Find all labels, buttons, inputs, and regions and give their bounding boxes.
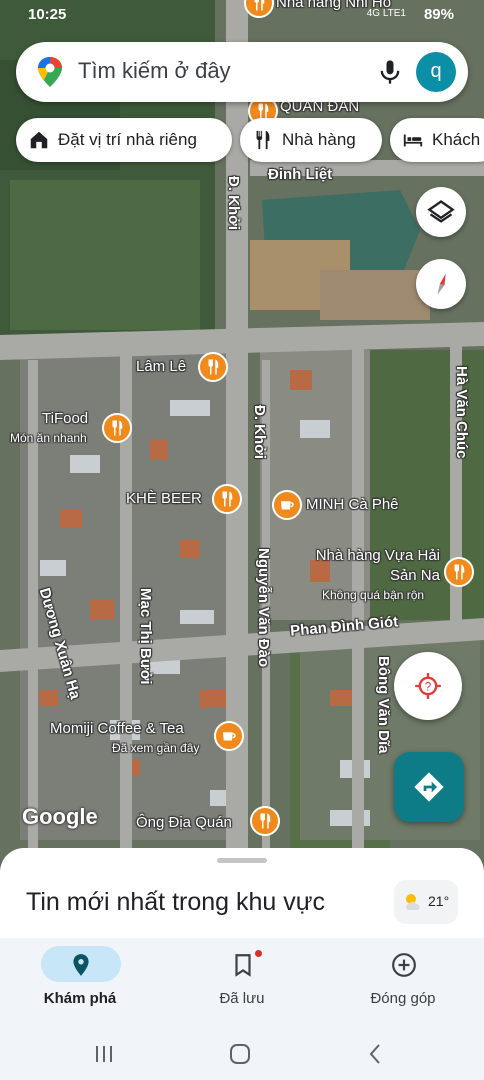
restaurant-icon [260,813,271,829]
place-label[interactable]: MINH Cà Phê [306,496,399,513]
tab-icon-container [41,946,121,982]
place-label[interactable]: TiFood [42,410,88,427]
chip-label: Đặt vị trí nhà riêng [58,130,197,149]
chip-set-home[interactable]: Đặt vị trí nhà riêng [16,118,232,162]
cafe-marker[interactable] [214,721,244,751]
place-label[interactable]: Lâm Lê [136,358,186,375]
road-label: Mạc Thị Bưởi [137,588,154,685]
coffee-cup-icon [281,501,294,510]
back-icon[interactable] [364,1042,388,1066]
signal-indicator: 4G LTE1 [366,8,406,19]
restaurant-marker[interactable] [444,557,474,587]
directions-button[interactable] [394,752,464,822]
search-input[interactable]: Tìm kiếm ở đây [78,58,231,84]
status-bar: 10:25 4G LTE1 89% [0,4,484,28]
chip-label: Nhà hàng [282,130,356,149]
bottom-navigation: Khám phá Đã lưu Đóng góp [0,938,484,1028]
compass-button[interactable] [416,259,466,309]
account-avatar[interactable]: q [416,52,456,92]
chip-label: Khách [432,130,481,149]
restaurant-icon [454,564,465,580]
place-subtitle: Đã xem gần đây [112,741,200,755]
tab-label: Khám phá [43,990,117,1007]
battery-level: 89% [423,6,454,23]
system-navigation-bar [0,1028,484,1080]
hotel-icon [403,134,423,147]
search-bar[interactable]: Tìm kiếm ở đây q [16,42,468,102]
place-label[interactable]: KHÈ BEER [126,490,202,507]
road-label: Nguyễn Văn Đào [255,548,272,668]
svg-text:?: ? [425,681,432,694]
restaurant-marker[interactable] [250,806,280,836]
place-subtitle: Món ăn nhanh [10,431,87,445]
cafe-marker[interactable] [272,490,302,520]
road-label: Bông Văn Dĩa [375,656,392,754]
google-attribution: Google [22,804,98,829]
tab-icon-container [364,946,444,982]
bookmark-icon [235,954,251,977]
place-subtitle: Không quá bận rộn [322,588,425,602]
coffee-cup-icon [223,732,236,741]
chip-restaurants[interactable]: Nhà hàng [240,118,382,162]
partly-cloudy-icon [406,894,420,910]
home-icon [30,131,48,149]
chip-hotels[interactable]: Khách [390,118,484,162]
home-button-icon[interactable] [228,1042,252,1066]
place-label[interactable]: Momiji Coffee & Tea [50,720,184,737]
road-label: Đ. Khởi [225,176,242,230]
tab-saved[interactable]: Đã lưu [162,938,322,1028]
microphone-icon[interactable] [376,58,404,86]
fastfood-marker[interactable] [102,413,132,443]
drag-handle[interactable] [217,858,267,863]
restaurant-icon [208,359,219,375]
explore-pin-icon [73,954,89,976]
google-maps-pin-icon [38,57,62,87]
place-label[interactable]: Nhà hàng Vựa Hải Sản Na [312,546,440,586]
temperature: 21° [428,893,450,909]
tab-label: Đóng góp [370,990,436,1007]
layers-icon [427,200,455,223]
my-location-button[interactable]: ? [394,652,462,720]
restaurant-icon [222,491,233,507]
restaurant-icon [112,420,123,436]
tab-label: Đã lưu [219,990,265,1007]
status-time: 10:25 [28,6,67,23]
road-label: Đ. Khởi [251,405,268,459]
compass-icon [437,273,446,295]
notification-dot [255,950,262,957]
restaurant-icon [256,130,270,150]
bar-marker[interactable] [212,484,242,514]
road-label: Đinh Liệt [268,166,333,183]
location-target-icon: ? [415,673,441,699]
restaurant-marker[interactable] [198,352,228,382]
tab-contribute[interactable]: Đóng góp [323,938,483,1028]
directions-icon [414,772,444,802]
road-label: Hà Văn Chúc [453,366,470,459]
recent-apps-icon[interactable] [92,1042,116,1066]
tab-icon-container [203,946,283,982]
add-circle-icon [392,953,416,977]
sheet-title: Tin mới nhất trong khu vực [26,888,325,916]
tab-explore[interactable]: Khám phá [0,938,160,1028]
weather-badge[interactable]: 21° [394,880,458,924]
bottom-sheet[interactable]: Tin mới nhất trong khu vực 21° [0,848,484,948]
layers-button[interactable] [416,187,466,237]
place-label[interactable]: Ông Địa Quán [136,814,232,831]
